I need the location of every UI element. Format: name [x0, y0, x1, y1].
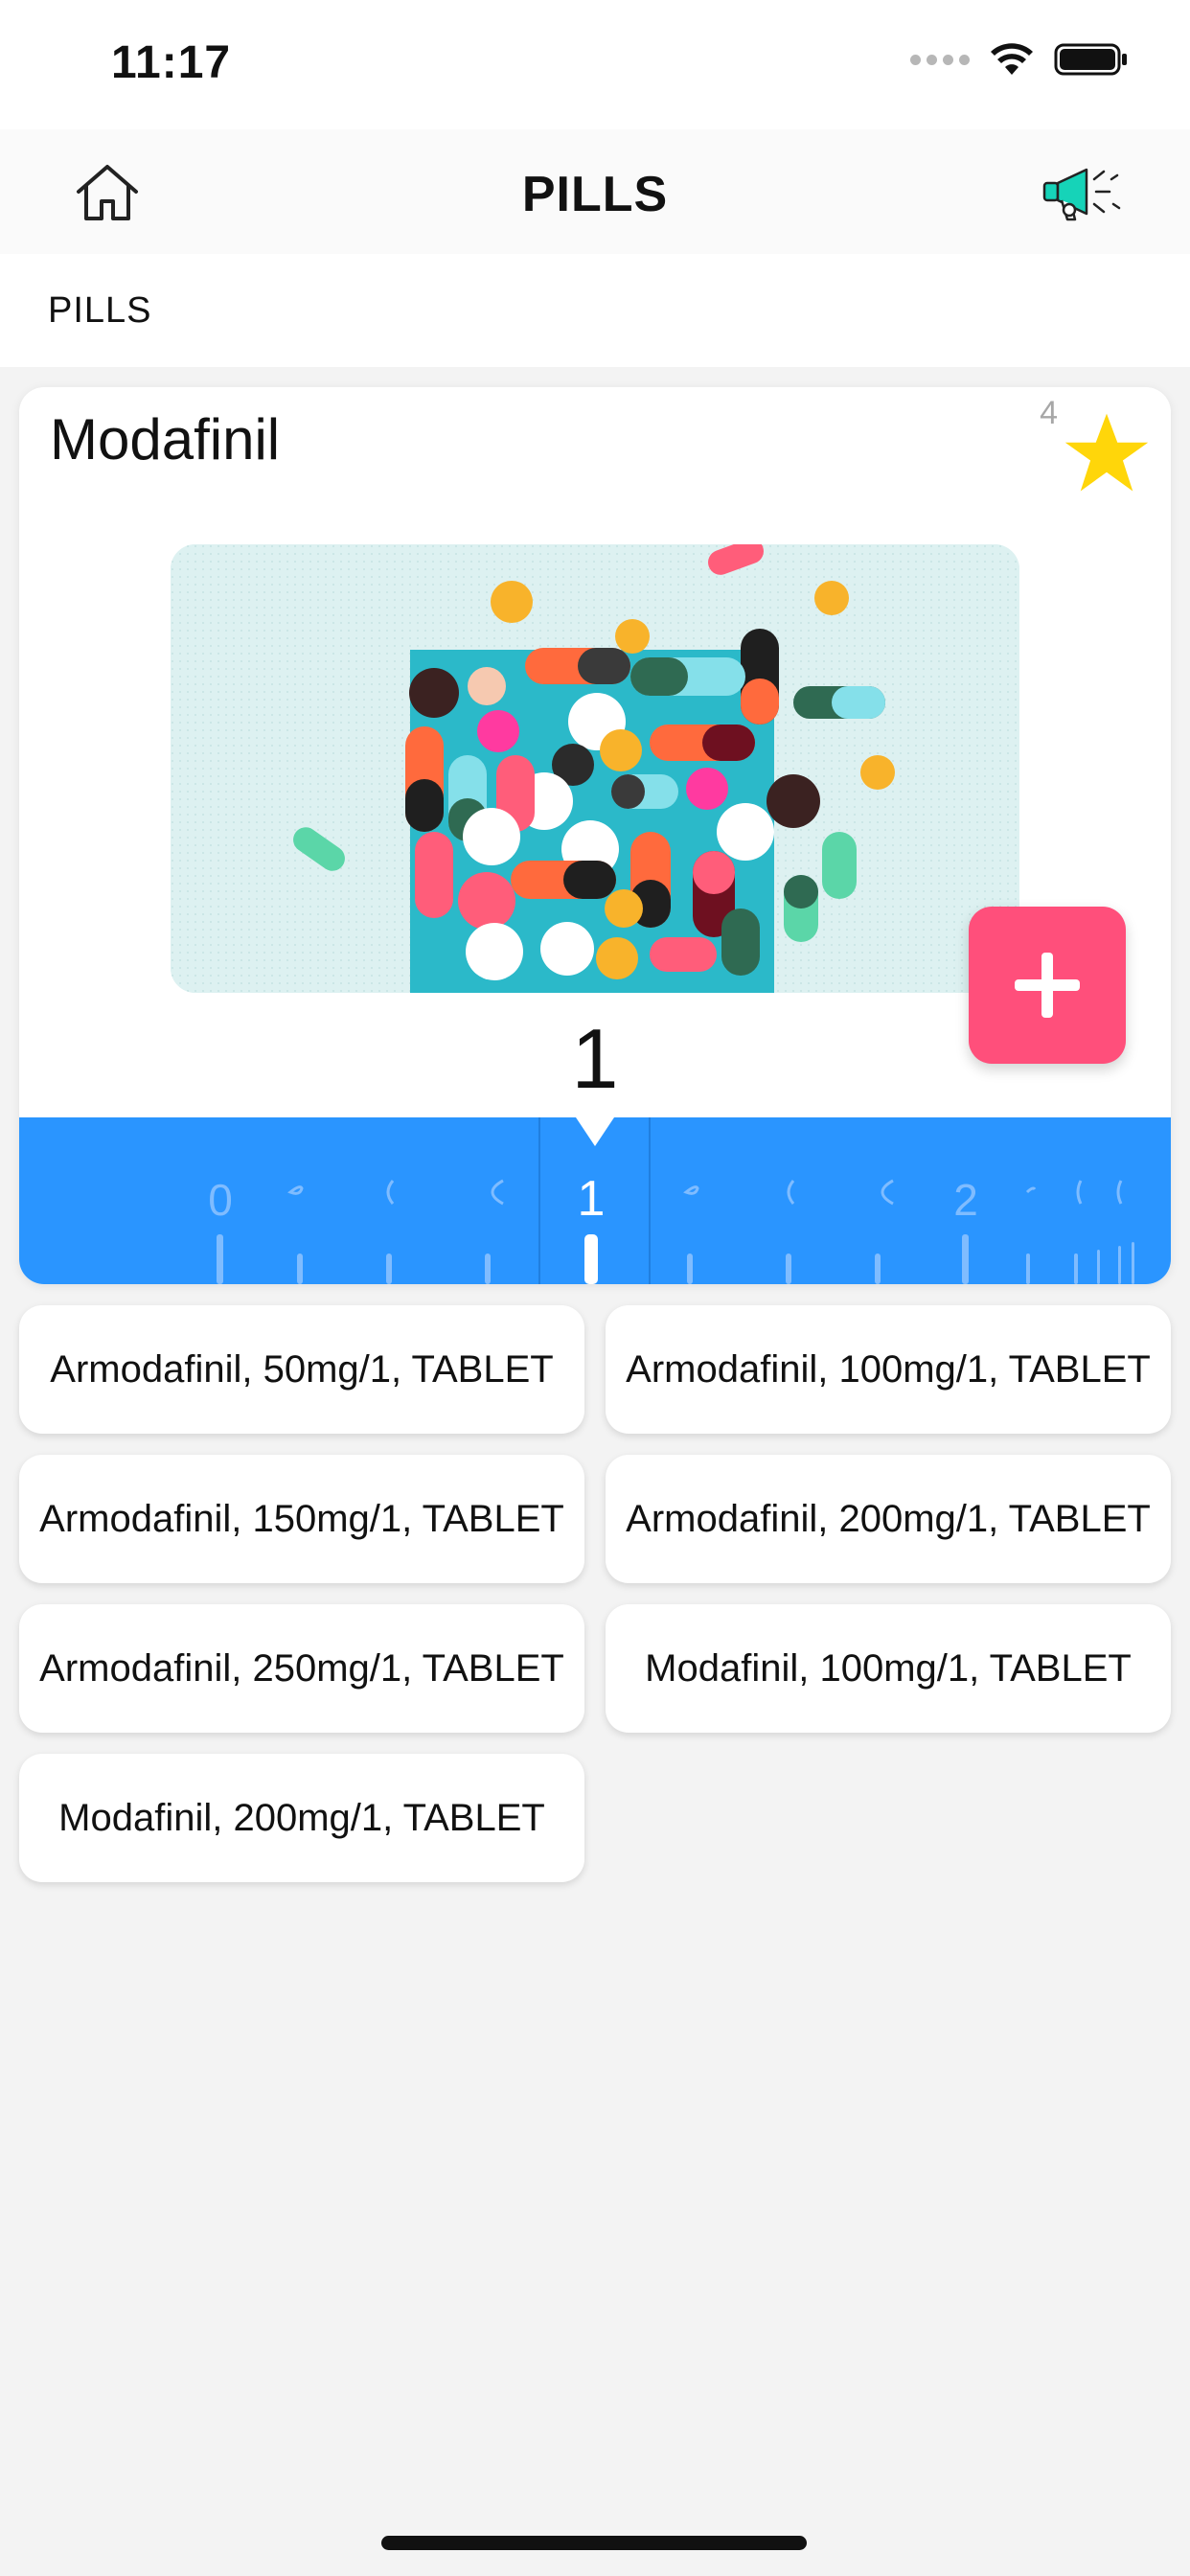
signal-icon: [910, 54, 970, 65]
ruler-tick: [1118, 1246, 1121, 1284]
variant-button[interactable]: Modafinil, 100mg/1, TABLET: [606, 1604, 1171, 1733]
ruler-label-selected: 1: [578, 1171, 606, 1227]
ruler-tick: [1026, 1254, 1030, 1284]
pills-image: [171, 544, 1019, 993]
wifi-icon: [991, 43, 1033, 75]
ruler-tick: [1074, 1254, 1078, 1284]
star-icon[interactable]: [1062, 408, 1152, 498]
status-time: 11:17: [111, 37, 232, 88]
ruler-tick: [386, 1254, 392, 1284]
medication-name: Modafinil: [50, 407, 281, 472]
ruler-partial-mark: [1116, 1180, 1123, 1205]
megaphone-icon: [1042, 168, 1121, 221]
ruler-partial-mark: [491, 1179, 504, 1206]
section-title: PILLS: [48, 290, 152, 331]
ruler-tick: [875, 1254, 881, 1284]
navigation-bar: PILLS: [0, 129, 1190, 254]
ruler-tick-selected: [584, 1234, 598, 1284]
status-icons: [910, 42, 1129, 77]
ruler-tick: [1097, 1250, 1100, 1284]
ruler-partial-mark: [1076, 1180, 1083, 1205]
home-indicator[interactable]: [381, 2536, 807, 2550]
ruler-label: 2: [953, 1175, 978, 1225]
quantity-ruler[interactable]: 0 1 2: [19, 1117, 1171, 1284]
variant-button[interactable]: Armodafinil, 50mg/1, TABLET: [19, 1305, 584, 1434]
ruler-tick: [687, 1254, 693, 1284]
rating-count: 4: [1040, 395, 1058, 431]
variant-button[interactable]: Armodafinil, 200mg/1, TABLET: [606, 1455, 1171, 1583]
status-bar: 11:17: [0, 0, 1190, 129]
ruler-partial-mark: [787, 1180, 795, 1205]
ruler-partial-mark: [287, 1185, 304, 1195]
ruler-tick: [297, 1254, 303, 1284]
variant-button[interactable]: Armodafinil, 100mg/1, TABLET: [606, 1305, 1171, 1434]
ruler-tick: [217, 1234, 223, 1284]
variant-button[interactable]: Armodafinil, 250mg/1, TABLET: [19, 1604, 584, 1733]
section-header: PILLS: [0, 254, 1190, 367]
announcements-button[interactable]: [1041, 152, 1127, 235]
medication-card: Modafinil 4 1 0 1 2: [19, 387, 1171, 1284]
page-title: PILLS: [521, 167, 669, 222]
ruler-pointer: [576, 1117, 614, 1146]
battery-icon: [1054, 43, 1127, 76]
variant-button[interactable]: Modafinil, 200mg/1, TABLET: [19, 1754, 584, 1882]
ruler-tick: [786, 1254, 791, 1284]
ruler-label: 0: [208, 1175, 233, 1225]
variant-button[interactable]: Armodafinil, 150mg/1, TABLET: [19, 1455, 584, 1583]
ruler-tick: [1132, 1242, 1134, 1284]
ruler-partial-mark: [1025, 1186, 1037, 1194]
quantity-value: 1: [571, 1011, 619, 1106]
ruler-tick: [962, 1234, 969, 1284]
ruler-partial-mark: [881, 1179, 894, 1206]
ruler-partial-mark: [683, 1185, 699, 1195]
ruler-tick: [485, 1254, 491, 1284]
ruler-partial-mark: [386, 1180, 395, 1205]
